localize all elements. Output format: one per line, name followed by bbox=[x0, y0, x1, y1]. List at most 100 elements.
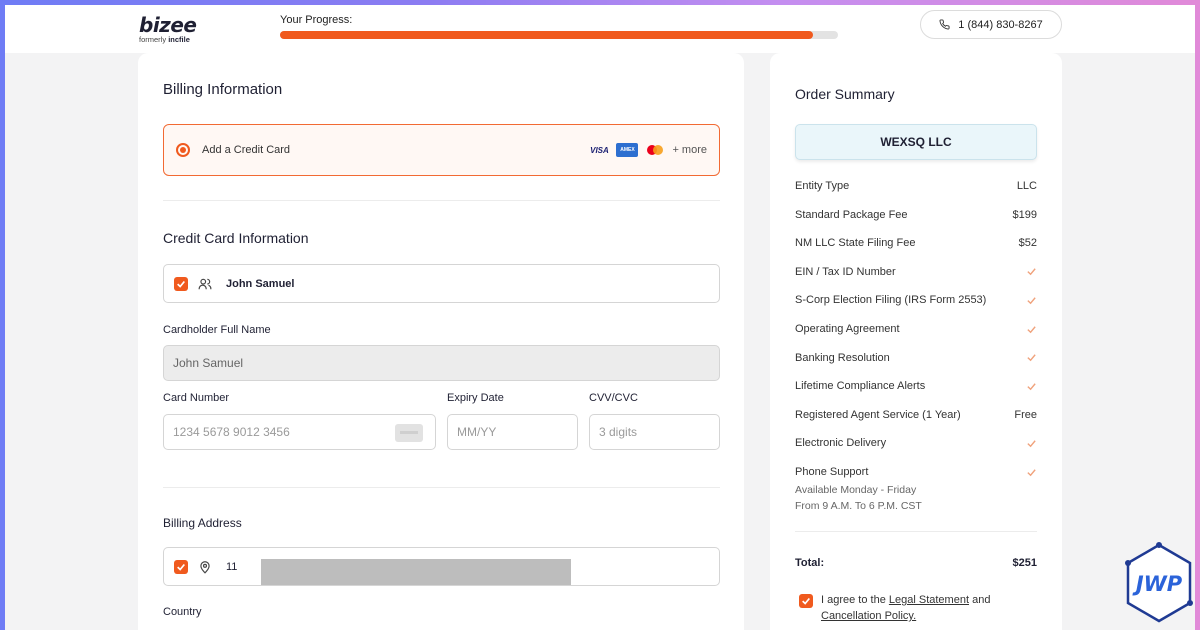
cvv-input[interactable]: 3 digits bbox=[589, 414, 720, 450]
card-number-placeholder: 1234 5678 9012 3456 bbox=[173, 425, 290, 439]
cardholder-name-input[interactable]: John Samuel bbox=[163, 345, 720, 381]
summary-row: Lifetime Compliance Alerts bbox=[795, 380, 1037, 392]
checkmark-icon bbox=[177, 280, 185, 288]
expiry-label: Expiry Date bbox=[447, 392, 504, 404]
summary-row-label: EIN / Tax ID Number bbox=[795, 265, 896, 278]
summary-row-label: Registered Agent Service (1 Year) bbox=[795, 408, 961, 421]
summary-row-value: $199 bbox=[1012, 208, 1037, 221]
logo-formerly-text: formerly bbox=[139, 35, 167, 44]
location-pin-icon bbox=[198, 560, 212, 574]
jwp-watermark-logo: JWP bbox=[1125, 542, 1193, 623]
check-icon bbox=[1027, 440, 1036, 448]
availability-line-2: From 9 A.M. To 6 P.M. CST bbox=[795, 500, 922, 512]
summary-row-label: Phone Support bbox=[795, 466, 869, 478]
check-icon bbox=[1027, 325, 1036, 333]
saved-address-text: 11 bbox=[226, 560, 238, 573]
credit-card-icon bbox=[395, 424, 423, 442]
summary-row: Banking Resolution bbox=[795, 352, 1037, 364]
billing-panel: Billing Information Add a Credit Card VI… bbox=[138, 53, 744, 630]
saved-cardholder-name: John Samuel bbox=[226, 277, 295, 290]
card-number-input[interactable]: 1234 5678 9012 3456 bbox=[163, 414, 436, 450]
saved-address-row[interactable]: 11 bbox=[163, 547, 720, 586]
summary-row-value: LLC bbox=[1016, 180, 1037, 192]
credit-card-radio[interactable] bbox=[176, 143, 190, 157]
summary-row: Phone Support bbox=[795, 466, 1037, 478]
summary-row: Standard Package Fee $199 bbox=[795, 209, 1037, 221]
agreement: I agree to the Legal Statement and Cance… bbox=[799, 592, 1036, 624]
bizee-logo[interactable]: bizee formerly incfile bbox=[139, 13, 197, 44]
cvv-label: CVV/CVC bbox=[589, 392, 638, 404]
saved-cardholder-row[interactable]: John Samuel bbox=[163, 264, 720, 303]
credit-card-info-title: Credit Card Information bbox=[163, 230, 309, 246]
credit-card-option[interactable]: Add a Credit Card VISA AMEX + more bbox=[163, 124, 720, 176]
saved-address-checkbox[interactable] bbox=[174, 559, 188, 574]
summary-row-value: Free bbox=[1014, 408, 1037, 421]
phone-icon bbox=[939, 19, 950, 30]
card-brands: VISA AMEX + more bbox=[588, 143, 707, 157]
logo-formerly-brand: incfile bbox=[168, 35, 190, 44]
agree-prefix: I agree to the bbox=[821, 594, 886, 606]
radio-dot bbox=[180, 147, 186, 153]
checkmark-icon bbox=[177, 563, 185, 571]
logo-wordmark: bizee bbox=[139, 13, 197, 37]
summary-row-label: Banking Resolution bbox=[795, 351, 890, 364]
total-row: Total: $251 bbox=[795, 557, 1037, 569]
summary-row-label: Standard Package Fee bbox=[795, 208, 908, 221]
legal-statement-link[interactable]: Legal Statement bbox=[889, 594, 969, 606]
users-icon bbox=[198, 277, 212, 291]
check-icon bbox=[1027, 382, 1036, 390]
expiry-date-input[interactable]: MM/YY bbox=[447, 414, 578, 450]
summary-row: Entity Type LLC bbox=[795, 180, 1037, 192]
check-icon bbox=[1027, 297, 1036, 305]
check-icon bbox=[1027, 468, 1036, 476]
logo-formerly: formerly incfile bbox=[139, 35, 196, 44]
agree-mid: and bbox=[972, 594, 991, 606]
card-number-label: Card Number bbox=[163, 392, 230, 404]
progress-bar bbox=[280, 31, 838, 39]
credit-card-option-label: Add a Credit Card bbox=[202, 144, 291, 156]
watermark-text: JWP bbox=[1132, 572, 1183, 596]
phone-number: 1 (844) 830-8267 bbox=[958, 18, 1043, 31]
total-label: Total: bbox=[795, 557, 825, 569]
summary-row-label: Electronic Delivery bbox=[795, 437, 887, 450]
saved-cardholder-checkbox[interactable] bbox=[174, 276, 188, 291]
billing-title: Billing Information bbox=[163, 81, 283, 98]
check-icon bbox=[1027, 268, 1036, 276]
page-frame: bizee formerly incfile Your Progress: 1 … bbox=[5, 5, 1195, 630]
more-cards-label: + more bbox=[672, 144, 707, 156]
summary-row: EIN / Tax ID Number bbox=[795, 266, 1037, 278]
checkmark-icon bbox=[802, 597, 810, 605]
cardholder-label: Cardholder Full Name bbox=[163, 324, 271, 336]
country-label: Country bbox=[163, 606, 202, 618]
billing-address-title: Billing Address bbox=[163, 516, 242, 530]
order-summary-title: Order Summary bbox=[795, 86, 895, 102]
summary-row: NM LLC State Filing Fee $52 bbox=[795, 237, 1037, 249]
summary-row-label: Operating Agreement bbox=[795, 323, 900, 335]
summary-row: S-Corp Election Filing (IRS Form 2553) bbox=[795, 294, 1037, 306]
cancellation-policy-link[interactable]: Cancellation Policy. bbox=[821, 610, 916, 622]
summary-row-label: NM LLC State Filing Fee bbox=[795, 237, 916, 250]
redacted-address bbox=[261, 559, 571, 585]
total-value: $251 bbox=[1012, 557, 1037, 569]
summary-row: Operating Agreement bbox=[795, 323, 1037, 335]
phone-button[interactable]: 1 (844) 830-8267 bbox=[920, 10, 1062, 39]
summary-row-label: Entity Type bbox=[795, 180, 850, 192]
divider bbox=[163, 200, 720, 201]
summary-row-value: $52 bbox=[1018, 237, 1037, 250]
visa-icon: VISA bbox=[590, 145, 609, 155]
summary-row: Registered Agent Service (1 Year) Free bbox=[795, 409, 1037, 421]
company-name-badge: WEXSQ LLC bbox=[795, 124, 1037, 160]
order-summary-panel: Order Summary WEXSQ LLC Entity Type LLC St… bbox=[770, 53, 1062, 630]
availability-line-1: Available Monday - Friday bbox=[795, 484, 917, 496]
top-header: bizee formerly incfile Your Progress: 1 … bbox=[5, 5, 1195, 53]
mastercard-icon bbox=[644, 143, 666, 157]
agree-checkbox[interactable] bbox=[799, 594, 813, 608]
amex-icon: AMEX bbox=[616, 143, 639, 157]
progress-fill bbox=[280, 31, 813, 39]
summary-row-label: S-Corp Election Filing (IRS Form 2553) bbox=[795, 294, 987, 307]
divider bbox=[795, 531, 1037, 532]
agree-text: I agree to the Legal Statement and Cance… bbox=[821, 592, 1036, 624]
progress-label: Your Progress: bbox=[280, 14, 353, 26]
summary-row-label: Lifetime Compliance Alerts bbox=[795, 380, 926, 393]
divider bbox=[163, 487, 720, 488]
